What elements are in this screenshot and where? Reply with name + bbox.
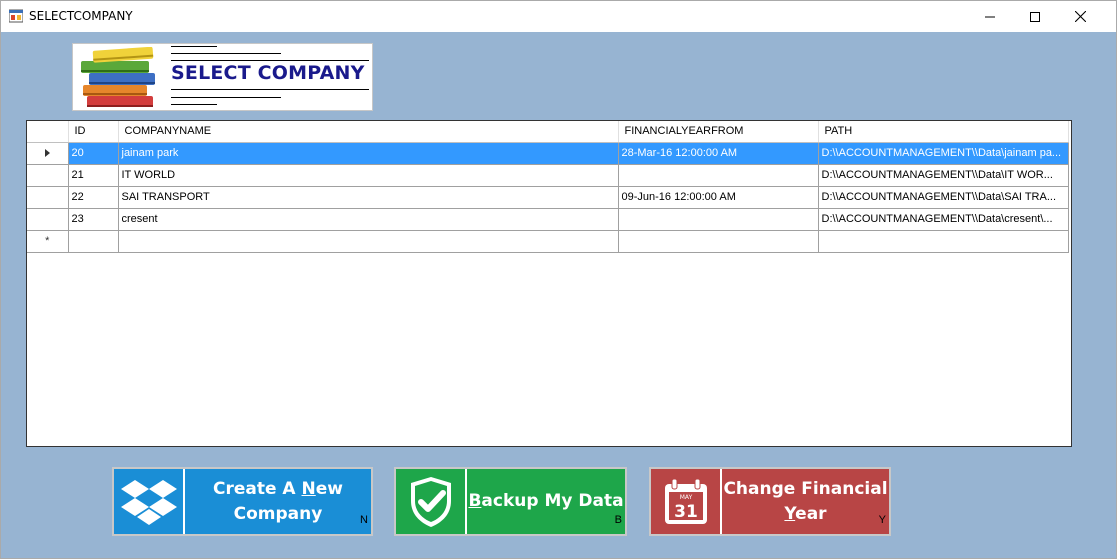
table-row[interactable]: 20 jainam park 28-Mar-16 12:00:00 AM D:\… (27, 142, 1069, 165)
create-label-part: Create A (213, 478, 302, 499)
column-header-financialyearfrom[interactable]: FINANCIALYEARFROM (618, 121, 819, 143)
create-label-part: ew (315, 478, 343, 499)
backup-label-accelerator: B (468, 491, 482, 511)
create-new-company-button[interactable]: Create A New Company N (112, 467, 373, 536)
cell-path[interactable]: D:\\ACCOUNTMANAGEMENT\\Data\SAI TRA... (818, 186, 1069, 209)
row-header[interactable] (27, 164, 69, 187)
cell-fy-from[interactable] (618, 230, 819, 253)
table-row[interactable]: 22 SAI TRANSPORT 09-Jun-16 12:00:00 AM D… (27, 186, 1069, 209)
cell-fy-from[interactable] (618, 208, 819, 231)
minimize-button[interactable] (967, 1, 1013, 32)
cell-path[interactable]: D:\\ACCOUNTMANAGEMENT\\Data\jainam pa... (818, 142, 1069, 165)
cell-fy-from[interactable] (618, 164, 819, 187)
table-row[interactable]: 21 IT WORLD D:\\ACCOUNTMANAGEMENT\\Data\… (27, 164, 1069, 187)
maximize-button[interactable] (1012, 1, 1058, 32)
cell-path[interactable] (818, 230, 1069, 253)
change-financial-year-button[interactable]: MAY 31 Change Financial Year Y (649, 467, 891, 536)
backup-hotkey: B (614, 514, 622, 526)
backup-label-part: ackup My Data (481, 491, 624, 511)
window-title: SELECTCOMPANY (29, 9, 133, 23)
backup-my-data-label: Backup My Data B (467, 469, 625, 534)
row-header[interactable] (27, 208, 69, 231)
cell-company[interactable] (118, 230, 619, 253)
close-button[interactable] (1057, 1, 1103, 32)
year-label-accelerator: Y (784, 503, 796, 524)
app-window-icon (9, 9, 23, 23)
books-stack-icon (81, 47, 155, 107)
table-row[interactable]: 23 cresent D:\\ACCOUNTMANAGEMENT\\Data\c… (27, 208, 1069, 231)
select-company-window: SELECTCOMPANY SELECT COMPANY ID COMPANYN… (0, 0, 1117, 559)
cell-id[interactable]: 22 (68, 186, 119, 209)
create-label-line2: Company (233, 503, 323, 524)
new-row[interactable]: * (27, 230, 1069, 253)
calendar-icon: MAY 31 (664, 478, 707, 524)
company-table: ID COMPANYNAME FINANCIALYEARFROM PATH 20… (27, 121, 1069, 253)
row-header-corner (27, 121, 69, 143)
calendar-month: MAY (679, 494, 692, 501)
column-header-companyname[interactable]: COMPANYNAME (118, 121, 619, 143)
column-header-path[interactable]: PATH (818, 121, 1069, 143)
cell-id[interactable]: 20 (68, 142, 119, 165)
create-label-accelerator: N (301, 478, 316, 499)
minimize-icon (985, 16, 995, 17)
create-new-company-label: Create A New Company N (185, 469, 371, 534)
cell-path[interactable]: D:\\ACCOUNTMANAGEMENT\\Data\cresent\... (818, 208, 1069, 231)
cell-path[interactable]: D:\\ACCOUNTMANAGEMENT\\Data\IT WOR... (818, 164, 1069, 187)
cell-company[interactable]: IT WORLD (118, 164, 619, 187)
create-hotkey: N (360, 514, 368, 526)
banner-title: SELECT COMPANY (171, 62, 365, 84)
title-bar[interactable]: SELECTCOMPANY (1, 1, 1116, 32)
backup-my-data-button[interactable]: Backup My Data B (394, 467, 627, 536)
column-header-id[interactable]: ID (68, 121, 119, 143)
cell-fy-from[interactable]: 09-Jun-16 12:00:00 AM (618, 186, 819, 209)
dropbox-icon (120, 479, 177, 525)
cell-company[interactable]: jainam park (118, 142, 619, 165)
year-label-part: ear (795, 503, 827, 524)
dropbox-icon-box (114, 469, 185, 534)
calendar-day: 31 (674, 502, 698, 522)
new-row-marker[interactable]: * (27, 230, 69, 253)
row-header-current[interactable] (27, 142, 69, 165)
cell-fy-from[interactable]: 28-Mar-16 12:00:00 AM (618, 142, 819, 165)
table-header-row: ID COMPANYNAME FINANCIALYEARFROM PATH (27, 121, 1069, 143)
close-icon (1074, 11, 1086, 22)
cell-company[interactable]: SAI TRANSPORT (118, 186, 619, 209)
header-banner: SELECT COMPANY (72, 43, 373, 111)
maximize-icon (1030, 11, 1040, 22)
cell-id[interactable]: 23 (68, 208, 119, 231)
shield-icon-box (396, 469, 467, 534)
client-area: SELECT COMPANY ID COMPANYNAME FINANCIALY… (1, 32, 1116, 558)
cell-company[interactable]: cresent (118, 208, 619, 231)
calendar-icon-box: MAY 31 (651, 469, 722, 534)
change-financial-year-label: Change Financial Year Y (722, 469, 889, 534)
row-header[interactable] (27, 186, 69, 209)
cell-id[interactable] (68, 230, 119, 253)
cell-id[interactable]: 21 (68, 164, 119, 187)
current-row-arrow-icon (44, 149, 50, 158)
year-hotkey: Y (878, 514, 886, 526)
year-label-line1: Change Financial (723, 478, 888, 499)
shield-check-icon (410, 476, 451, 527)
company-grid[interactable]: ID COMPANYNAME FINANCIALYEARFROM PATH 20… (26, 120, 1072, 447)
